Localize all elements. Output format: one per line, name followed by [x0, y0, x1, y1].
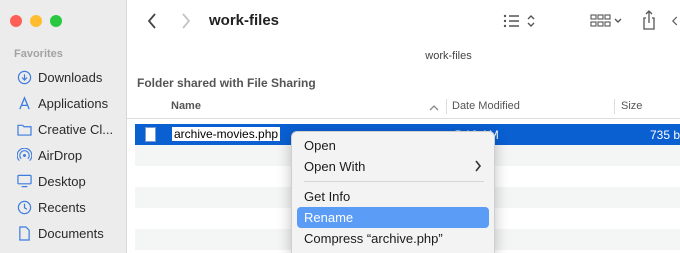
menu-item-rename[interactable]: Rename [297, 207, 489, 228]
share-icon [643, 10, 655, 30]
menu-item-label: Open With [304, 159, 366, 174]
column-header: Name Date Modified Size [127, 96, 680, 119]
sidebar-heading: Favorites [14, 48, 63, 60]
sidebar-item-label: Desktop [38, 173, 86, 189]
back-button[interactable] [143, 10, 161, 32]
forward-button[interactable] [177, 10, 195, 32]
folder-icon [16, 121, 32, 137]
sidebar-item-label: Applications [38, 95, 109, 111]
shared-folder-label: Folder shared with File Sharing [137, 76, 316, 90]
window-title: work-files [209, 12, 280, 29]
sidebar-item-label: AirDrop [38, 147, 83, 163]
menu-item-label: Rename [304, 210, 354, 225]
path-bar: work-files [127, 50, 680, 62]
sidebar-item-label: Recents [38, 199, 86, 215]
group-by-button[interactable] [589, 12, 625, 30]
context-menu: Open Open With Get Info Rename Compress … [291, 131, 495, 253]
clock-icon [16, 199, 32, 215]
sidebar-item-creative-cloud[interactable]: Creative Cl... [0, 117, 127, 141]
menu-item-compress[interactable]: Compress “archive.php” [297, 228, 489, 249]
chevron-left-icon [147, 13, 156, 29]
chevron-right-icon [475, 160, 482, 172]
sidebar-item-desktop[interactable]: Desktop [0, 169, 127, 193]
menu-item-open-with[interactable]: Open With [297, 156, 489, 177]
sidebar-item-label: Documents [38, 225, 104, 241]
download-icon [16, 69, 32, 85]
php-file-icon [145, 127, 156, 142]
chevron-right-icon [182, 13, 191, 29]
column-divider[interactable] [614, 99, 615, 114]
menu-divider [304, 181, 484, 182]
menu-item-get-info[interactable]: Get Info [297, 186, 489, 207]
chevron-up-icon[interactable] [429, 104, 439, 111]
menu-item-open[interactable]: Open [297, 135, 489, 156]
column-divider[interactable] [446, 99, 447, 114]
sidebar-item-applications[interactable]: Applications [0, 91, 127, 115]
column-name[interactable]: Name [171, 100, 201, 112]
sidebar-item-documents[interactable]: Documents [0, 221, 127, 245]
sidebar-item-downloads[interactable]: Downloads [0, 65, 127, 89]
list-view-icon [503, 14, 535, 28]
close-window-button[interactable] [10, 15, 22, 27]
file-size: 735 b [649, 128, 680, 142]
menu-item-label: Get Info [304, 189, 351, 204]
zoom-window-button[interactable] [50, 15, 62, 27]
airdrop-icon [16, 147, 32, 163]
sidebar-item-recents[interactable]: Recents [0, 195, 127, 219]
chevron-left-icon [672, 16, 678, 26]
more-toolbar-button[interactable] [672, 12, 680, 30]
minimize-window-button[interactable] [30, 15, 42, 27]
sidebar: Favorites Downloads Applications Creativ… [0, 0, 127, 253]
column-date-modified[interactable]: Date Modified [452, 100, 520, 112]
menu-item-label: Compress “archive.php” [304, 231, 443, 246]
sidebar-item-label: Creative Cl... [38, 121, 114, 137]
applications-icon [16, 95, 32, 111]
document-icon [16, 225, 32, 241]
grid-icon [590, 14, 622, 27]
menu-item-label: Open [304, 138, 336, 153]
sort-options-button[interactable] [501, 12, 541, 30]
file-name[interactable]: archive-movies.php [172, 127, 281, 141]
sidebar-item-airdrop[interactable]: AirDrop [0, 143, 127, 167]
path-label: work-files [425, 50, 472, 62]
desktop-icon [16, 173, 32, 189]
column-size[interactable]: Size [621, 100, 642, 112]
sidebar-item-label: Downloads [38, 69, 103, 85]
share-button[interactable] [640, 9, 658, 31]
